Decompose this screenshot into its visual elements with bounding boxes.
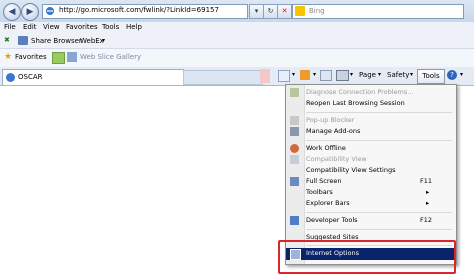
bing-logo-icon xyxy=(295,6,305,16)
refresh-button[interactable]: ↻ xyxy=(263,4,278,19)
menu-item-toolbars[interactable]: Toolbars ▸ xyxy=(286,187,456,198)
highlight-annotation-box xyxy=(278,240,456,274)
search-input[interactable]: Bing xyxy=(292,4,464,19)
menu-tools[interactable]: Tools xyxy=(102,23,119,31)
home-icon[interactable] xyxy=(278,70,290,82)
menu-item-label: Work Offline xyxy=(306,144,346,152)
chevron-down-icon[interactable]: ▾ xyxy=(102,37,105,44)
feeds-icon[interactable] xyxy=(300,70,310,80)
menu-favorites[interactable]: Favorites xyxy=(66,23,98,31)
submenu-arrow-icon: ▸ xyxy=(426,199,430,207)
back-arrow-icon: ◀ xyxy=(8,7,16,17)
tools-menu-button[interactable]: Tools xyxy=(417,69,445,84)
favorites-button[interactable]: Favorites xyxy=(15,53,47,61)
share-browser-link[interactable]: Share Browser xyxy=(31,37,82,45)
web-slice-gallery-link[interactable]: Web Slice Gallery xyxy=(80,53,141,61)
work-offline-icon xyxy=(290,144,299,153)
forward-button[interactable]: ▶ xyxy=(21,3,39,21)
favorites-star-icon: ★ xyxy=(4,52,13,62)
help-icon[interactable]: ? xyxy=(447,70,457,80)
tab-color-marker xyxy=(260,69,270,83)
chevron-down-icon[interactable]: ▾ xyxy=(292,71,295,78)
chevron-down-icon: ▾ xyxy=(410,71,414,78)
ie-page-icon xyxy=(45,6,55,16)
menu-item-shortcut: F11 xyxy=(420,177,433,185)
menu-item-label: Compatibility View Settings xyxy=(306,166,396,174)
menu-separator xyxy=(306,229,452,230)
chevron-down-icon: ▾ xyxy=(254,7,259,15)
menu-item-label: Diagnose Connection Problems... xyxy=(306,88,414,96)
links-toolbar: ✖ Share Browser WebEx ▾ xyxy=(0,34,474,49)
menu-file[interactable]: File xyxy=(4,23,16,31)
add-favorite-icon[interactable] xyxy=(52,52,65,64)
menu-bar: File Edit View Favorites Tools Help xyxy=(0,22,474,34)
menu-separator xyxy=(306,112,452,113)
chevron-down-icon[interactable]: ▾ xyxy=(350,71,353,78)
web-slice-icon xyxy=(67,52,77,62)
page-menu-button[interactable]: Page xyxy=(359,71,376,79)
search-placeholder: Bing xyxy=(309,7,325,15)
menu-item-compatibility-view[interactable]: Compatibility View xyxy=(286,154,456,165)
menu-item-diagnose[interactable]: Diagnose Connection Problems... xyxy=(286,87,456,98)
menu-item-explorer-bars[interactable]: Explorer Bars ▸ xyxy=(286,198,456,209)
chevron-down-icon[interactable]: ▾ xyxy=(313,71,316,78)
safety-menu-button[interactable]: Safety xyxy=(387,71,409,79)
menu-item-full-screen[interactable]: Full Screen F11 xyxy=(286,176,456,187)
address-input[interactable]: http://go.microsoft.com/fwlink/?LinkId=6… xyxy=(42,4,248,19)
webex-menu[interactable]: WebEx xyxy=(80,37,104,45)
menu-item-label: Reopen Last Browsing Session xyxy=(306,99,405,107)
menu-item-shortcut: F12 xyxy=(420,216,433,224)
menu-item-label: Full Screen xyxy=(306,177,342,185)
ie-tab-icon xyxy=(6,73,15,82)
menu-item-work-offline[interactable]: Work Offline xyxy=(286,143,456,154)
menu-separator xyxy=(306,140,452,141)
print-icon[interactable] xyxy=(336,70,349,81)
new-tab-button[interactable] xyxy=(183,70,263,85)
address-url: http://go.microsoft.com/fwlink/?LinkId=6… xyxy=(59,6,219,14)
menu-item-label: Toolbars xyxy=(306,188,333,196)
menu-item-label: Manage Add-ons xyxy=(306,127,361,135)
menu-item-developer-tools[interactable]: Developer Tools F12 xyxy=(286,215,456,226)
forward-arrow-icon: ▶ xyxy=(26,7,34,17)
chevron-down-icon: ▾ xyxy=(378,71,382,78)
stop-button[interactable]: ✕ xyxy=(277,4,292,19)
read-mail-icon[interactable] xyxy=(320,70,332,81)
menu-item-label: Pop-up Blocker xyxy=(306,116,355,124)
back-button[interactable]: ◀ xyxy=(3,3,21,21)
menu-edit[interactable]: Edit xyxy=(23,23,37,31)
menu-item-reopen-session[interactable]: Reopen Last Browsing Session xyxy=(286,98,456,109)
address-dropdown-button[interactable]: ▾ xyxy=(249,4,264,19)
tab-oscar[interactable]: OSCAR xyxy=(2,69,184,85)
menu-item-label: Compatibility View xyxy=(306,155,367,163)
menu-item-popup-blocker[interactable]: Pop-up Blocker xyxy=(286,115,456,126)
menu-view[interactable]: View xyxy=(43,23,60,31)
close-toolbar-icon[interactable]: ✖ xyxy=(4,36,10,44)
menu-item-label: Developer Tools xyxy=(306,216,358,224)
addons-icon xyxy=(290,127,299,136)
stop-icon: ✕ xyxy=(281,7,288,15)
popup-blocker-icon xyxy=(290,116,299,125)
full-screen-icon xyxy=(290,177,299,186)
menu-item-manage-addons[interactable]: Manage Add-ons xyxy=(286,126,456,137)
tools-label: Tools xyxy=(422,72,440,80)
address-toolbar: ◀ ▶ http://go.microsoft.com/fwlink/?Link… xyxy=(0,0,474,22)
refresh-icon: ↻ xyxy=(267,7,274,15)
menu-item-compatibility-settings[interactable]: Compatibility View Settings xyxy=(286,165,456,176)
favorites-bar: ★ Favorites Web Slice Gallery xyxy=(0,49,474,68)
compatibility-view-icon xyxy=(290,155,299,164)
developer-tools-icon xyxy=(290,216,299,225)
menu-help[interactable]: Help xyxy=(126,23,142,31)
share-browser-icon xyxy=(18,36,28,45)
tab-title: OSCAR xyxy=(18,73,43,81)
menu-item-label: Explorer Bars xyxy=(306,199,350,207)
chevron-down-icon[interactable]: ▾ xyxy=(460,71,463,78)
tools-dropdown-menu: Diagnose Connection Problems... Reopen L… xyxy=(285,84,457,265)
diagnose-icon xyxy=(290,88,299,97)
submenu-arrow-icon: ▸ xyxy=(426,188,430,196)
menu-separator xyxy=(306,212,452,213)
